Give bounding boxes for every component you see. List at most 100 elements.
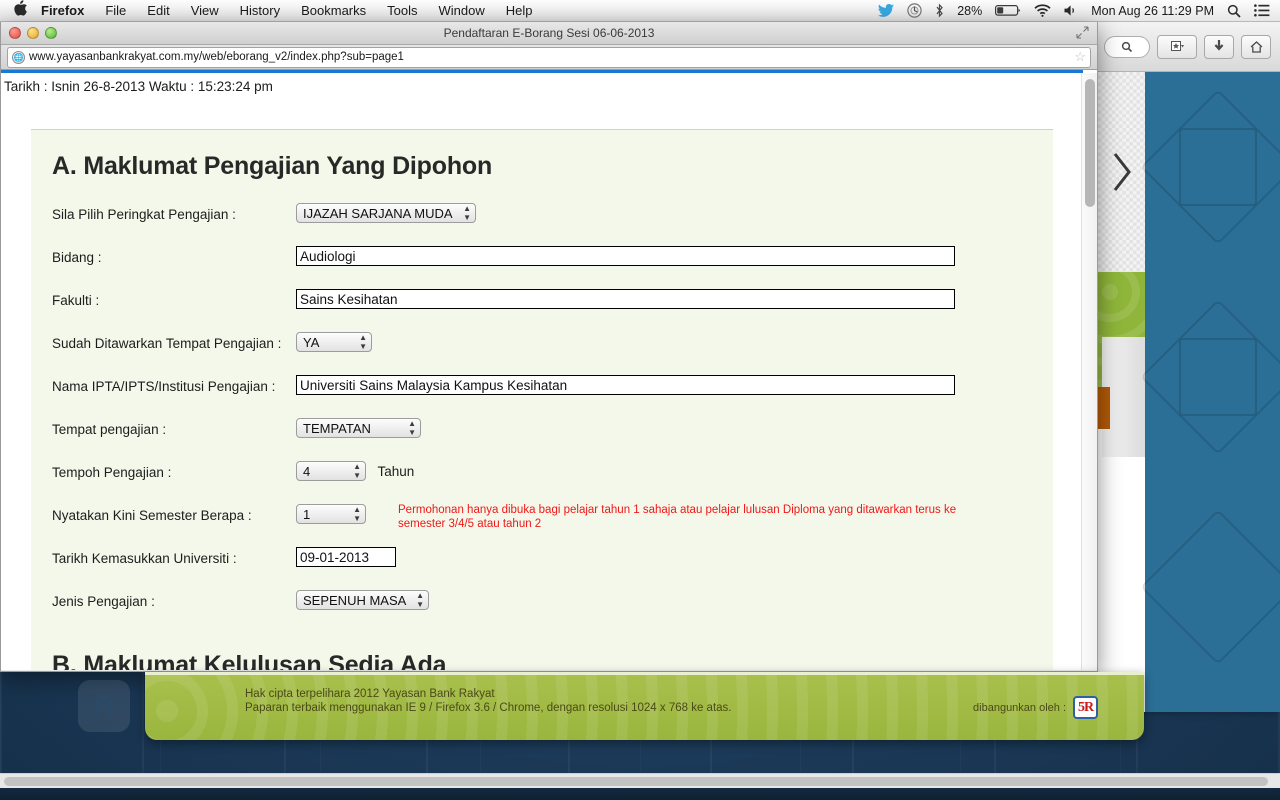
select-jenis-pengajian-wrapper[interactable]: SEPENUH MASA ▲ ▼ xyxy=(296,590,429,610)
download-button[interactable] xyxy=(1204,34,1234,59)
site-footer: Hak cipta terpelihara 2012 Yayasan Bank … xyxy=(145,672,1144,740)
menu-item-history[interactable]: History xyxy=(240,3,280,18)
firefox-browser-window[interactable]: Pendaftaran E-Borang Sesi 06-06-2013 🌐 w… xyxy=(0,22,1098,672)
input-nama-institusi[interactable] xyxy=(296,375,955,395)
menu-item-firefox[interactable]: Firefox xyxy=(41,3,84,18)
label-fakulti: Fakulti : xyxy=(52,293,100,308)
menu-item-window[interactable]: Window xyxy=(439,3,485,18)
form-row-nama-institusi: Nama IPTA/IPTS/Institusi Pengajian : xyxy=(41,375,1043,418)
select-tempat-pengajian[interactable]: TEMPATAN xyxy=(296,418,421,438)
application-form-card: A. Maklumat Pengajian Yang Dipohon Sila … xyxy=(31,129,1053,670)
navigation-toolbar[interactable]: 🌐 www.yayasanbankrakyat.com.my/web/ebora… xyxy=(1,45,1097,70)
page-vertical-scrollbar[interactable] xyxy=(1081,73,1097,670)
select-tempat-pengajian-wrapper[interactable]: TEMPATAN ▲ ▼ xyxy=(296,418,421,438)
twitter-icon[interactable] xyxy=(878,4,895,17)
window-title-bar[interactable]: Pendaftaran E-Borang Sesi 06-06-2013 xyxy=(1,22,1097,45)
select-tempoh-pengajian-wrapper[interactable]: 4 ▲ ▼ xyxy=(296,461,366,481)
battery-icon[interactable] xyxy=(995,4,1021,17)
menu-item-help[interactable]: Help xyxy=(506,3,533,18)
label-sudah-ditawarkan: Sudah Ditawarkan Tempat Pengajian : xyxy=(52,336,282,351)
browser-viewport: Tarikh : Isnin 26-8-2013 Waktu : 15:23:2… xyxy=(1,70,1097,670)
bluetooth-icon[interactable] xyxy=(935,3,944,18)
time-machine-icon[interactable] xyxy=(907,3,922,18)
label-nama-institusi: Nama IPTA/IPTS/Institusi Pengajian : xyxy=(52,379,276,394)
footer-line-1: Hak cipta terpelihara 2012 Yayasan Bank … xyxy=(245,688,495,700)
label-tempat-pengajian: Tempat pengajian : xyxy=(52,422,167,437)
label-peringkat-pengajian: Sila Pilih Peringkat Pengajian : xyxy=(52,207,236,222)
address-bar[interactable]: 🌐 www.yayasanbankrakyat.com.my/web/ebora… xyxy=(7,46,1091,68)
url-text[interactable]: www.yayasanbankrakyat.com.my/web/eborang… xyxy=(29,51,1070,63)
menu-bar-clock[interactable]: Mon Aug 26 11:29 PM xyxy=(1091,4,1214,18)
minimize-button[interactable] xyxy=(27,27,39,39)
notification-center-icon[interactable] xyxy=(1254,4,1270,17)
volume-icon[interactable] xyxy=(1064,4,1078,17)
label-tarikh-kemasukkan: Tarikh Kemasukkan Universiti : xyxy=(52,551,237,566)
wifi-icon[interactable] xyxy=(1034,4,1051,17)
menu-items[interactable]: Firefox File Edit View History Bookmarks… xyxy=(41,3,533,18)
background-window-horizontal-scrollbar[interactable] xyxy=(0,773,1280,788)
background-window-orange-tab xyxy=(1098,387,1110,429)
zoom-button[interactable] xyxy=(45,27,57,39)
search-input[interactable] xyxy=(1104,35,1150,58)
select-semester-wrapper[interactable]: 1 ▲ ▼ xyxy=(296,504,366,524)
select-peringkat-pengajian[interactable]: IJAZAH SARJANA MUDA xyxy=(296,203,476,223)
spotlight-search-icon[interactable] xyxy=(1227,4,1241,18)
menu-item-edit[interactable]: Edit xyxy=(147,3,169,18)
input-bidang[interactable] xyxy=(296,246,955,266)
menu-item-tools[interactable]: Tools xyxy=(387,3,417,18)
suffix-tahun: Tahun xyxy=(377,463,415,479)
window-title: Pendaftaran E-Borang Sesi 06-06-2013 xyxy=(443,26,655,40)
form-row-bidang: Bidang : xyxy=(41,246,1043,289)
window-traffic-lights[interactable] xyxy=(9,27,57,39)
background-window-blue-panel xyxy=(1140,72,1280,712)
select-jenis-pengajian[interactable]: SEPENUH MASA xyxy=(296,590,429,610)
select-peringkat-pengajian-wrapper[interactable]: IJAZAH SARJANA MUDA ▲ ▼ xyxy=(296,203,476,223)
select-semester[interactable]: 1 xyxy=(296,504,366,524)
home-button[interactable] xyxy=(1241,34,1271,59)
form-row-tempoh-pengajian: Tempoh Pengajian : 4 ▲ ▼ Tahun xyxy=(41,461,1043,504)
page-footer-area: Hak cipta terpelihara 2012 Yayasan Bank … xyxy=(64,672,1144,747)
web-page-content: Tarikh : Isnin 26-8-2013 Waktu : 15:23:2… xyxy=(1,73,1081,670)
select-tempoh-pengajian[interactable]: 4 xyxy=(296,461,366,481)
close-button[interactable] xyxy=(9,27,21,39)
back-to-top-arrow-icon xyxy=(96,695,116,719)
select-sudah-ditawarkan-wrapper[interactable]: YA ▲ ▼ xyxy=(296,332,372,352)
label-tempoh-pengajian: Tempoh Pengajian : xyxy=(52,465,172,480)
fullscreen-arrows-icon xyxy=(1076,26,1089,39)
back-to-top-icon[interactable] xyxy=(78,680,130,732)
background-window-side-strip xyxy=(1098,72,1145,272)
apple-menu[interactable] xyxy=(14,0,28,21)
developer-logo[interactable]: 5R xyxy=(1073,696,1098,719)
developer-label: dibangunkan oleh : xyxy=(973,701,1066,714)
form-row-jenis-pengajian: Jenis Pengajian : SEPENUH MASA ▲ ▼ xyxy=(41,590,1043,633)
background-window-bottom-strip xyxy=(0,788,1280,800)
menu-item-file[interactable]: File xyxy=(105,3,126,18)
menu-bar-status-area[interactable]: 28% Mon Aug 26 11:29 PM xyxy=(878,3,1280,18)
background-window-toolbar[interactable] xyxy=(1098,22,1280,72)
section-b-heading: B. Maklumat Kelulusan Sedia Ada xyxy=(52,651,447,670)
input-tarikh-kemasukkan[interactable] xyxy=(296,547,396,567)
bookmark-dropdown-button[interactable] xyxy=(1157,34,1197,59)
chevron-right-icon[interactable] xyxy=(1109,150,1135,194)
scrollbar-thumb[interactable] xyxy=(1085,79,1095,207)
download-icon xyxy=(1214,40,1224,51)
input-fakulti[interactable] xyxy=(296,289,955,309)
label-jenis-pengajian: Jenis Pengajian : xyxy=(52,594,155,609)
fullscreen-icon[interactable] xyxy=(1076,26,1090,40)
section-a-heading: A. Maklumat Pengajian Yang Dipohon xyxy=(52,152,493,180)
form-row-tempat-pengajian: Tempat pengajian : TEMPATAN ▲ ▼ xyxy=(41,418,1043,461)
search-icon xyxy=(1121,41,1133,52)
menu-item-bookmarks[interactable]: Bookmarks xyxy=(301,3,366,18)
footer-copyright: Hak cipta terpelihara 2012 Yayasan Bank … xyxy=(245,687,732,715)
select-sudah-ditawarkan[interactable]: YA xyxy=(296,332,372,352)
home-icon xyxy=(1250,40,1262,53)
mac-menu-bar[interactable]: Firefox File Edit View History Bookmarks… xyxy=(0,0,1280,22)
background-window-content xyxy=(1098,72,1280,712)
background-browser-window[interactable] xyxy=(1098,22,1280,712)
bookmark-star-icon[interactable]: ☆ xyxy=(1074,49,1086,65)
battery-percent: 28% xyxy=(957,3,983,18)
menu-item-view[interactable]: View xyxy=(191,3,219,18)
page-date-time: Tarikh : Isnin 26-8-2013 Waktu : 15:23:2… xyxy=(4,79,273,94)
form-row-sudah-ditawarkan: Sudah Ditawarkan Tempat Pengajian : YA ▲… xyxy=(41,332,1043,375)
label-semester: Nyatakan Kini Semester Berapa : xyxy=(52,508,252,523)
